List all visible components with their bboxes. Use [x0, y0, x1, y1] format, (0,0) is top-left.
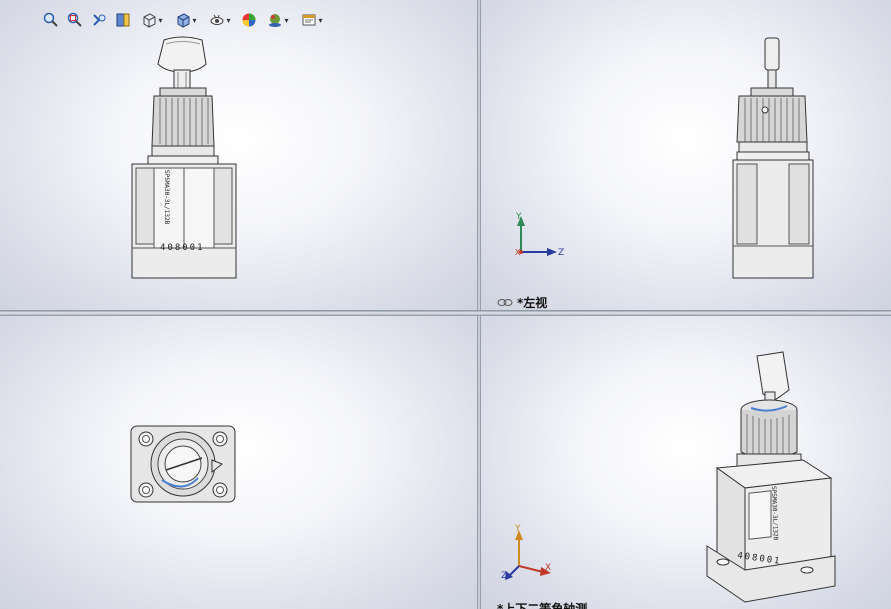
- model-left-view: [732, 37, 814, 279]
- display-style-icon[interactable]: ▾: [170, 9, 202, 31]
- model-top-view: [130, 425, 236, 503]
- coordinate-triad-iso: [505, 530, 551, 580]
- model-isometric-view: [706, 351, 836, 603]
- view-orientation-icon[interactable]: ▾: [136, 9, 168, 31]
- triad-iso-x-label: X: [545, 563, 552, 573]
- part-serial-front: 408001: [160, 243, 205, 253]
- zoom-to-area-icon[interactable]: [64, 9, 86, 31]
- triad-iso-y-label: Y: [515, 524, 521, 534]
- viewport-splitter-horizontal[interactable]: [0, 310, 891, 316]
- apply-scene-icon[interactable]: ▾: [262, 9, 294, 31]
- hide-show-items-icon[interactable]: ▾: [204, 9, 236, 31]
- edit-appearance-icon[interactable]: [238, 9, 260, 31]
- view-name-isometric: *上下二等角轴测: [497, 600, 587, 609]
- viewport-left[interactable]: Y Z X *左视: [481, 0, 891, 310]
- zoom-to-fit-icon[interactable]: [40, 9, 62, 31]
- triad-y-label: Y: [516, 212, 522, 222]
- viewport-top[interactable]: [0, 316, 477, 609]
- triad-z-label: Z: [558, 248, 565, 258]
- link-view-icon: [497, 299, 513, 306]
- viewport-isometric[interactable]: SPSMA30-3L/132B 408001 Y X Z *上下二等角轴测: [481, 316, 891, 609]
- viewport-front[interactable]: SPSMA30-3L/132B 408001 ▾ ▾ ▾ ▾ ▾: [0, 0, 477, 310]
- triad-x-label: X: [515, 248, 521, 257]
- heads-up-view-toolbar: ▾ ▾ ▾ ▾ ▾: [40, 8, 328, 32]
- section-view-icon[interactable]: [112, 9, 134, 31]
- part-model-text-front: SPSMA30-3L/132B: [163, 170, 170, 225]
- previous-view-icon[interactable]: [88, 9, 110, 31]
- viewport-splitter-vertical[interactable]: [477, 0, 481, 609]
- view-name-left: *左视: [497, 294, 547, 310]
- view-name-isometric-text: *上下二等角轴测: [497, 602, 588, 609]
- view-settings-icon[interactable]: ▾: [296, 9, 328, 31]
- triad-iso-z-label: Z: [501, 571, 508, 581]
- view-name-left-text: *左视: [517, 296, 548, 310]
